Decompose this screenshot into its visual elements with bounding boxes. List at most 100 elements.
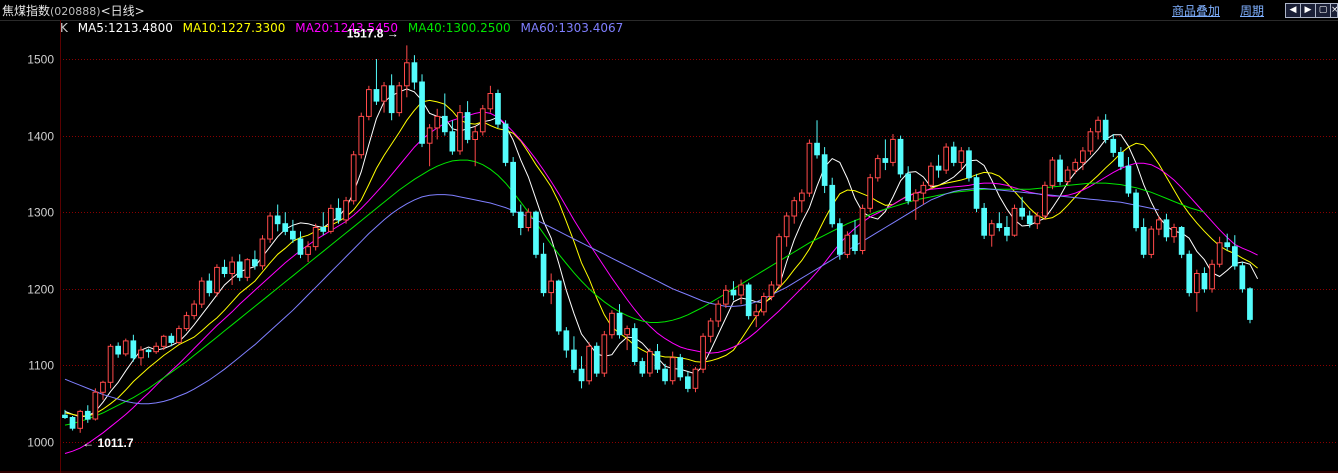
candle-body bbox=[411, 62, 418, 83]
candle-body bbox=[966, 150, 972, 179]
candle-body bbox=[214, 266, 220, 294]
candle-body bbox=[1004, 227, 1010, 236]
candle-body bbox=[510, 161, 516, 213]
candle-body bbox=[540, 253, 547, 294]
candle-body bbox=[920, 184, 927, 194]
candle-body bbox=[1209, 263, 1215, 290]
candle-body bbox=[905, 173, 911, 202]
candle-body bbox=[229, 261, 236, 274]
candle-body bbox=[821, 154, 828, 186]
candle-body bbox=[191, 303, 198, 317]
candle-body bbox=[829, 184, 836, 225]
candle-body bbox=[62, 414, 68, 419]
candle-body bbox=[1171, 227, 1177, 238]
candle-body bbox=[434, 115, 441, 129]
high-price-label: 1517.8 → bbox=[347, 26, 399, 40]
candle-body bbox=[647, 351, 653, 374]
candle-body bbox=[745, 284, 752, 317]
candle-body bbox=[479, 108, 486, 133]
candle-body bbox=[1216, 242, 1223, 265]
candle-body bbox=[328, 207, 334, 232]
candlestick-chart[interactable]: 1000 1100 1200 1300 1400 1500 1517.8 → ← 1011.… bbox=[0, 0, 1338, 473]
candle-body bbox=[1201, 273, 1208, 290]
candle-body bbox=[533, 211, 539, 255]
ma-line-ma40 bbox=[64, 159, 1205, 426]
candle-body bbox=[685, 376, 691, 389]
candle-body bbox=[1125, 165, 1132, 194]
candle-body bbox=[814, 142, 820, 156]
candle-body bbox=[236, 261, 243, 278]
candle-body bbox=[221, 266, 228, 274]
candle-body bbox=[1072, 161, 1079, 171]
candle-body bbox=[160, 335, 167, 347]
candle-body bbox=[1057, 159, 1063, 183]
candle-body bbox=[837, 223, 843, 255]
candle-body bbox=[1026, 215, 1033, 225]
candle-body bbox=[996, 223, 1003, 228]
candle-body bbox=[1011, 207, 1018, 236]
y-axis: 1000 1100 1200 1300 1400 1500 bbox=[27, 20, 61, 473]
candle-body bbox=[601, 334, 608, 374]
candle-body bbox=[1095, 119, 1101, 133]
candle-body bbox=[138, 349, 144, 359]
candle-body bbox=[912, 192, 919, 202]
candle-body bbox=[609, 312, 615, 336]
candle-body bbox=[669, 357, 676, 382]
candle-body bbox=[1080, 150, 1086, 163]
candle-body bbox=[388, 85, 395, 114]
candle-body bbox=[563, 330, 570, 351]
candle-body bbox=[723, 289, 729, 305]
candle-body bbox=[753, 311, 760, 317]
candle-body bbox=[715, 303, 722, 322]
candle-body bbox=[274, 215, 281, 225]
candle-body bbox=[624, 328, 630, 336]
candle-body bbox=[981, 207, 987, 236]
candle-body bbox=[198, 280, 205, 305]
candle-body bbox=[935, 165, 942, 171]
candle-body bbox=[662, 368, 668, 382]
candle-body bbox=[69, 417, 76, 429]
candle-body bbox=[897, 138, 904, 175]
candle-body bbox=[244, 259, 251, 278]
candle-body bbox=[350, 154, 357, 202]
candle-body bbox=[442, 115, 448, 133]
candle-body bbox=[502, 123, 509, 163]
candles bbox=[62, 45, 1253, 433]
candle-body bbox=[153, 345, 160, 353]
candle-body bbox=[290, 230, 296, 240]
candle-body bbox=[1064, 169, 1071, 183]
candle-body bbox=[457, 112, 463, 152]
moving-averages bbox=[64, 88, 1259, 454]
candle-body bbox=[1133, 192, 1139, 229]
candle-body bbox=[1156, 219, 1162, 230]
candle-body bbox=[700, 335, 706, 370]
candle-body bbox=[639, 361, 646, 374]
candle-body bbox=[1232, 246, 1238, 267]
candle-body bbox=[859, 207, 866, 251]
candle-body bbox=[419, 81, 425, 144]
y-tick-label: 1400 bbox=[27, 130, 54, 144]
candle-body bbox=[107, 345, 114, 383]
candle-body bbox=[145, 349, 152, 353]
candle-body bbox=[92, 391, 99, 420]
candle-body bbox=[1186, 253, 1193, 294]
candle-body bbox=[867, 177, 873, 209]
candle-body bbox=[100, 381, 106, 393]
y-tick-label: 1500 bbox=[27, 53, 54, 67]
low-price-label: ← 1011.7 bbox=[82, 436, 134, 450]
candle-body bbox=[252, 259, 258, 267]
candle-body bbox=[1102, 119, 1109, 141]
candle-body bbox=[449, 131, 456, 152]
candle-body bbox=[958, 150, 965, 163]
candle-body bbox=[692, 368, 699, 389]
candle-body bbox=[472, 131, 478, 141]
candle-body bbox=[305, 246, 311, 255]
candle-body bbox=[806, 142, 813, 194]
candle-body bbox=[426, 127, 433, 144]
candle-body bbox=[396, 85, 403, 114]
candle-body bbox=[84, 410, 91, 420]
candle-body bbox=[738, 284, 744, 296]
candle-body bbox=[677, 357, 684, 378]
candle-body bbox=[1118, 152, 1124, 167]
candle-body bbox=[404, 62, 410, 87]
